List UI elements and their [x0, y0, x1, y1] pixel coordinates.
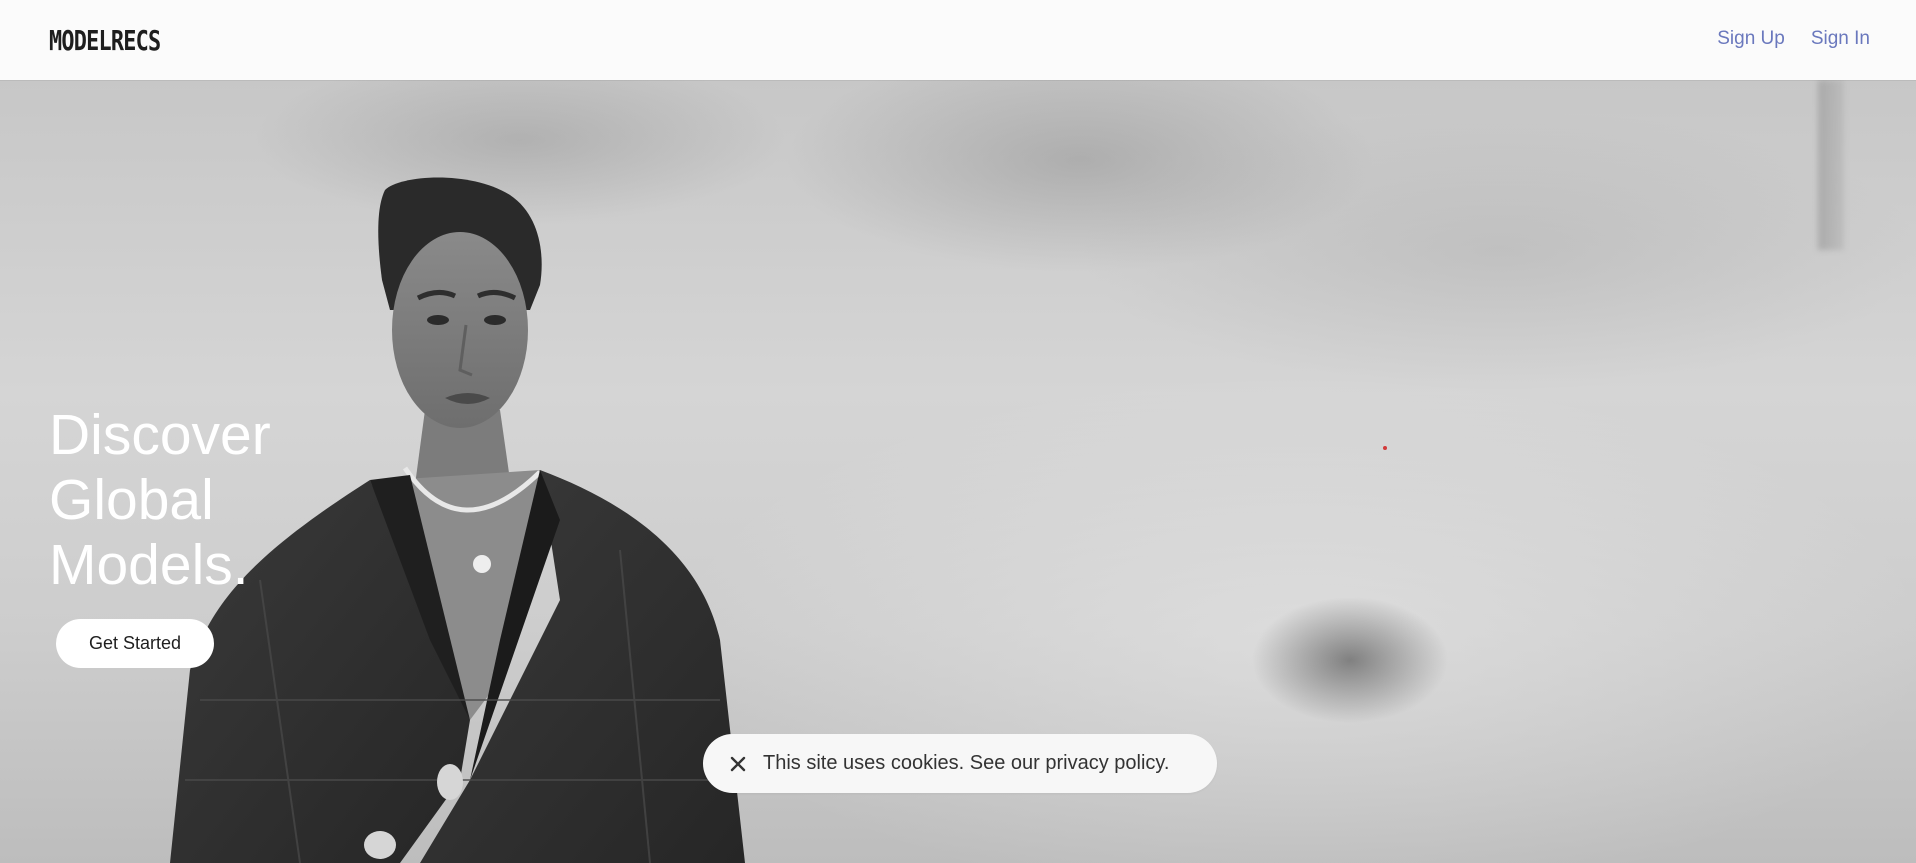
hero-heading-line-3: Models.	[49, 533, 249, 597]
top-navbar: MODELRECS Sign Up Sign In	[0, 0, 1916, 80]
sign-in-link[interactable]: Sign In	[1811, 28, 1870, 50]
cookie-banner-text: This site uses cookies. See our privacy …	[763, 752, 1170, 774]
get-started-button[interactable]: Get Started	[56, 619, 214, 668]
red-dot-marker	[1383, 446, 1387, 450]
nav-links: Sign Up Sign In	[1717, 28, 1870, 50]
hero-heading-line-1: Discover	[49, 403, 271, 467]
hero-heading: Discover Global Models.	[49, 403, 409, 598]
sign-up-link[interactable]: Sign Up	[1717, 28, 1785, 50]
site-logo[interactable]: MODELRECS	[49, 24, 161, 57]
close-icon[interactable]	[727, 753, 749, 775]
background-pole	[1818, 80, 1844, 250]
hero-heading-line-2: Global	[49, 468, 214, 532]
cookie-banner: This site uses cookies. See our privacy …	[703, 734, 1217, 793]
page: MODELRECS Sign Up Sign In Discover Globa…	[0, 0, 1916, 863]
